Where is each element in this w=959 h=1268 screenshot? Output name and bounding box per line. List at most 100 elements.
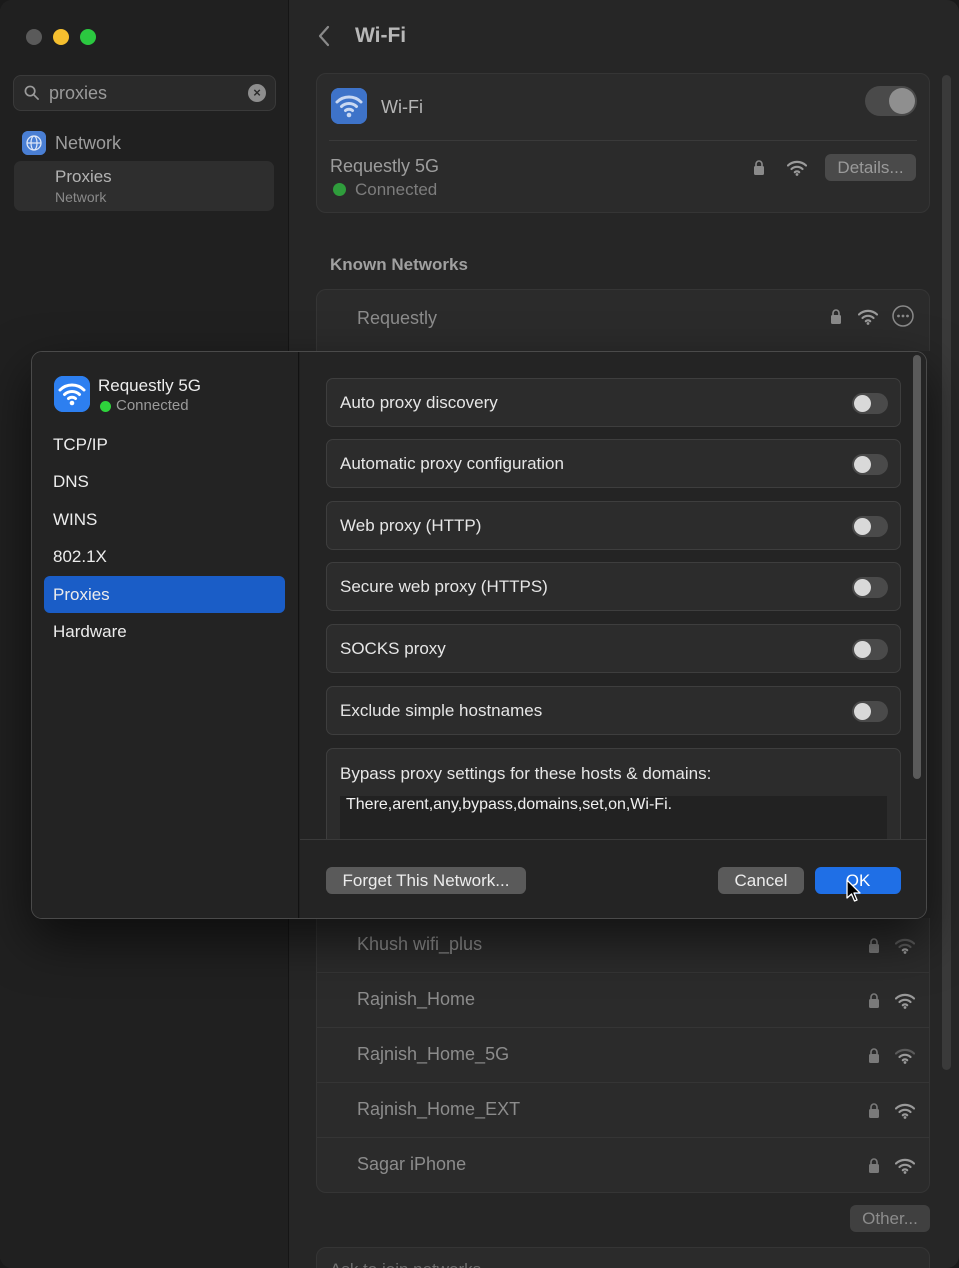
list-item[interactable]: Rajnish_Home [317, 973, 929, 1028]
toggle-knob [854, 579, 871, 596]
toggle-knob [854, 641, 871, 658]
close-window-button[interactable] [26, 29, 42, 45]
minimize-window-button[interactable] [53, 29, 69, 45]
bypass-label: Bypass proxy settings for these hosts & … [340, 764, 712, 783]
toggle-knob [889, 88, 915, 114]
proxy-row-exclude-hostnames: Exclude simple hostnames [326, 686, 901, 735]
automatic-proxy-configuration-toggle[interactable] [852, 454, 888, 475]
sidebar-item-label: Network [55, 133, 122, 153]
proxy-row-socks: SOCKS proxy [326, 624, 901, 673]
nav-tcpip[interactable]: TCP/IP [44, 426, 285, 463]
list-item[interactable]: Rajnish_Home_5G [317, 1028, 929, 1083]
nav-hardware[interactable]: Hardware [44, 613, 285, 650]
dialog-scrollbar[interactable] [913, 355, 921, 779]
wifi-signal-icon [895, 993, 915, 1009]
network-details-dialog: Requestly 5G Connected TCP/IP DNS WINS 8… [31, 351, 927, 919]
known-networks-list: Requestly [316, 289, 930, 351]
dialog-network-status: Connected [116, 397, 189, 414]
more-options-icon[interactable] [892, 305, 914, 327]
wifi-signal-icon [858, 309, 878, 325]
search-field[interactable]: proxies × [13, 75, 276, 111]
dialog-footer: Forget This Network... Cancel OK [300, 839, 926, 918]
known-network-name: Rajnish_Home_5G [357, 1044, 510, 1064]
proxy-option-label: SOCKS proxy [340, 639, 446, 658]
lock-icon [869, 993, 879, 1008]
details-button[interactable]: Details... [825, 154, 916, 181]
toggle-knob [854, 703, 871, 720]
known-network-name: Rajnish_Home [357, 989, 476, 1009]
globe-icon [22, 131, 46, 155]
nav-8021x[interactable]: 802.1X [44, 538, 285, 575]
known-networks-list-continued: Khush wifi_plus Rajnish_Home Rajnish_Hom… [316, 918, 930, 1193]
bypass-value: There,arent,any,bypass,domains,set,on,Wi… [346, 796, 673, 813]
wifi-label: Wi-Fi [381, 97, 423, 117]
wifi-signal-icon [787, 160, 807, 176]
page-title: Wi-Fi [355, 24, 407, 47]
connected-status-dot [333, 183, 346, 196]
lock-icon [754, 160, 764, 175]
proxy-option-label: Exclude simple hostnames [340, 701, 543, 720]
proxy-option-label: Auto proxy discovery [340, 393, 498, 412]
wifi-signal-icon [895, 1103, 915, 1119]
current-network-status: Connected [355, 180, 438, 199]
proxies-panel: Auto proxy discovery Automatic proxy con… [300, 352, 926, 856]
list-item[interactable]: Khush wifi_plus [317, 918, 929, 973]
maximize-window-button[interactable] [80, 29, 96, 45]
nav-proxies[interactable]: Proxies [44, 576, 285, 613]
proxy-row-https: Secure web proxy (HTTPS) [326, 562, 901, 611]
exclude-simple-hostnames-toggle[interactable] [852, 701, 888, 722]
search-icon [24, 85, 39, 100]
forget-network-button[interactable]: Forget This Network... [326, 867, 526, 894]
nav-label: TCP/IP [53, 435, 108, 454]
nav-label: 802.1X [53, 547, 107, 566]
wifi-signal-icon [895, 1158, 915, 1174]
search-input[interactable]: proxies [49, 83, 107, 104]
known-networks-heading: Known Networks [330, 255, 468, 274]
auto-proxy-discovery-toggle[interactable] [852, 393, 888, 414]
divider [329, 140, 917, 141]
current-network-name: Requestly 5G [330, 156, 440, 176]
socks-proxy-toggle[interactable] [852, 639, 888, 660]
dialog-sidebar: Requestly 5G Connected TCP/IP DNS WINS 8… [32, 352, 299, 918]
sidebar-item-proxies[interactable]: Proxies Network [14, 161, 274, 211]
cancel-button[interactable]: Cancel [718, 867, 804, 894]
lock-icon [869, 1048, 879, 1063]
web-proxy-http-toggle[interactable] [852, 516, 888, 537]
ask-to-join-label: Ask to join networks [330, 1260, 481, 1268]
main-scrollbar[interactable] [942, 75, 951, 1070]
wifi-icon [54, 376, 90, 412]
lock-icon [869, 1158, 879, 1173]
known-network-name: Sagar iPhone [357, 1154, 467, 1174]
list-item[interactable]: Sagar iPhone [317, 1138, 929, 1193]
nav-dns[interactable]: DNS [44, 463, 285, 500]
secure-web-proxy-https-toggle[interactable] [852, 577, 888, 598]
known-network-name: Khush wifi_plus [357, 934, 483, 954]
clear-search-icon[interactable]: × [248, 84, 266, 102]
bypass-section: Bypass proxy settings for these hosts & … [326, 748, 901, 856]
dialog-network-name: Requestly 5G [98, 376, 201, 395]
connected-status-dot [100, 401, 111, 412]
lock-icon [869, 938, 879, 953]
other-network-button[interactable]: Other... [850, 1205, 930, 1232]
proxy-option-label: Web proxy (HTTP) [340, 516, 482, 535]
known-network-name: Rajnish_Home_EXT [357, 1099, 521, 1119]
nav-label: WINS [53, 510, 98, 529]
nav-label: DNS [53, 472, 89, 491]
wifi-app-icon [331, 88, 367, 124]
nav-label: Proxies [53, 585, 110, 604]
toggle-knob [854, 518, 871, 535]
mouse-cursor-icon [846, 879, 861, 902]
proxy-row-auto-discovery: Auto proxy discovery [326, 378, 901, 427]
wifi-signal-icon [895, 938, 915, 954]
back-chevron-icon[interactable] [316, 24, 332, 48]
toggle-knob [854, 395, 871, 412]
wifi-toggle[interactable] [865, 86, 917, 116]
list-item[interactable]: Rajnish_Home_EXT [317, 1083, 929, 1138]
nav-wins[interactable]: WINS [44, 501, 285, 538]
proxy-row-http: Web proxy (HTTP) [326, 501, 901, 550]
wifi-signal-icon [895, 1048, 915, 1064]
known-network-name: Requestly [357, 308, 438, 328]
wifi-card: Wi-Fi Requestly 5G Connected Details... [316, 73, 930, 213]
ask-to-join-row: Ask to join networks [316, 1247, 930, 1268]
proxy-option-label: Automatic proxy configuration [340, 454, 564, 473]
